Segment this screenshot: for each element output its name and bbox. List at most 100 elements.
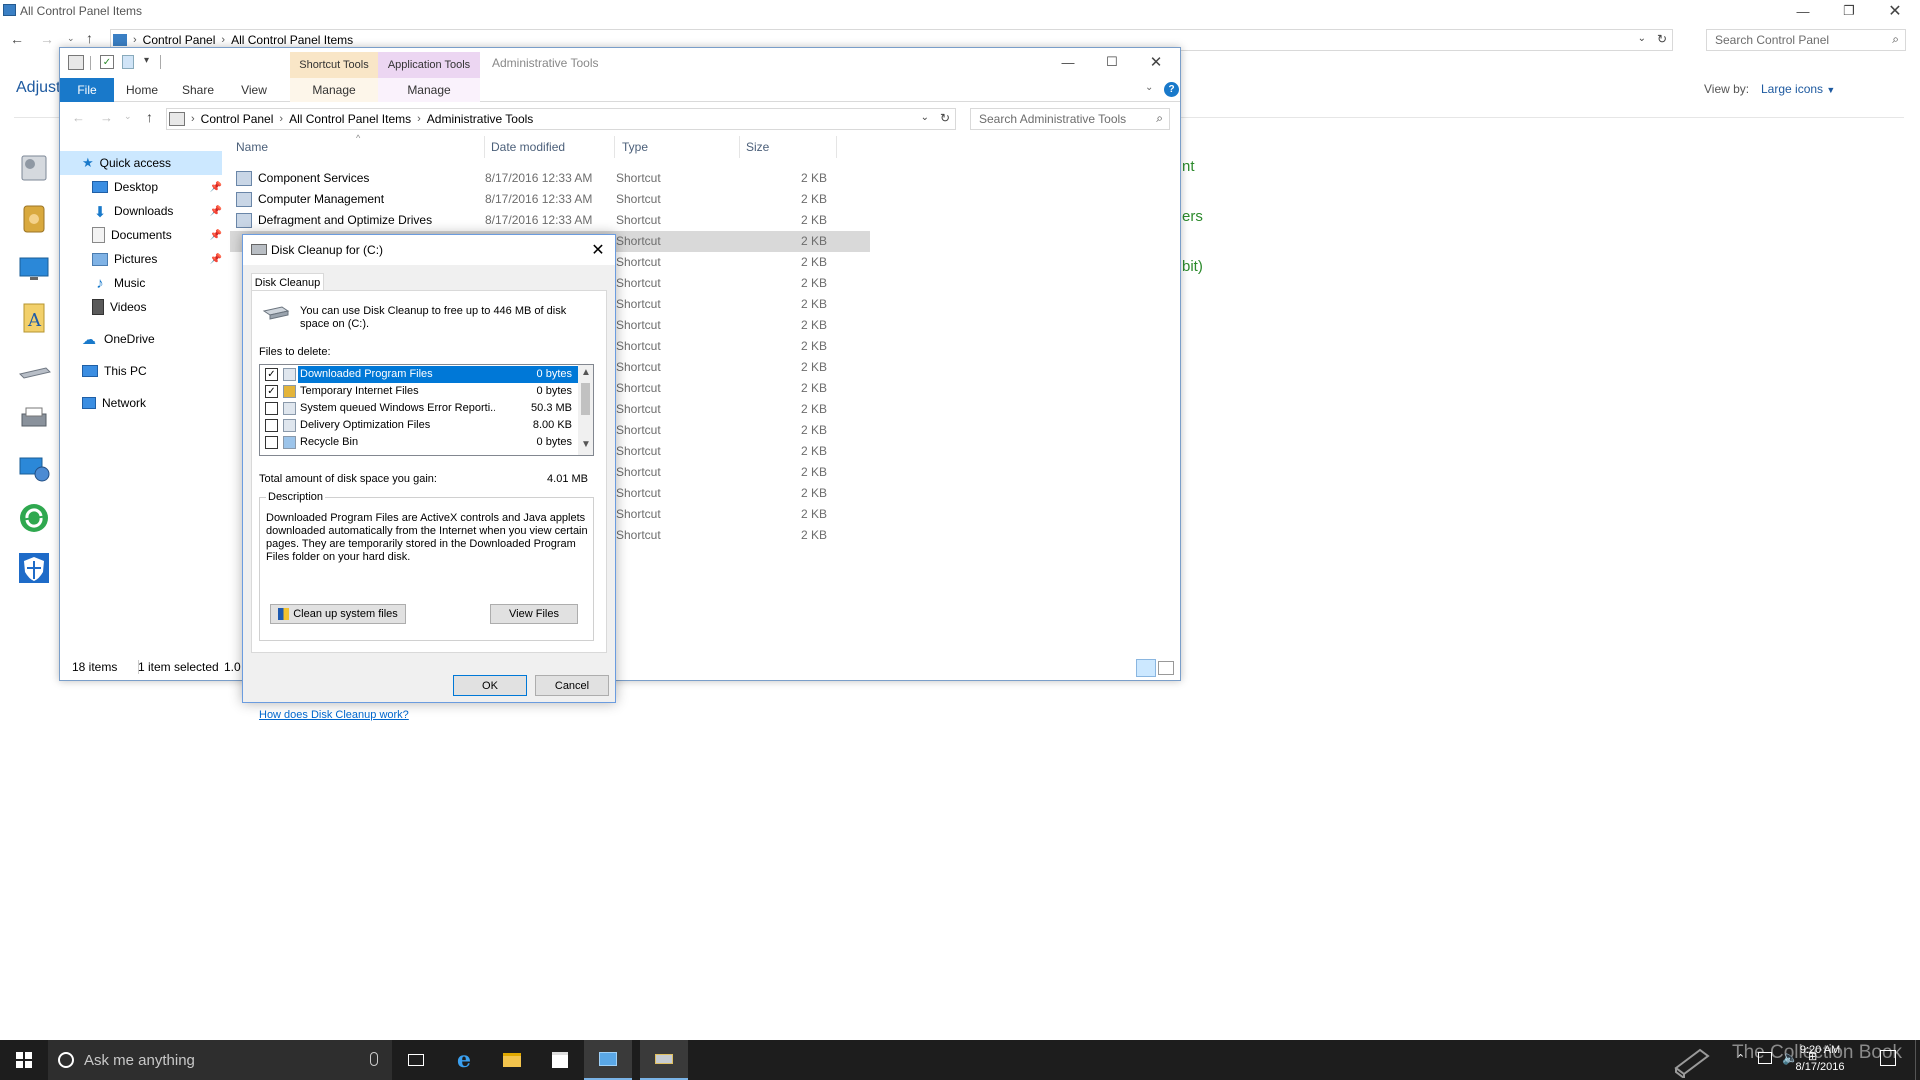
table-row[interactable]: Defragment and Optimize Drives 8/17/2016 … bbox=[230, 210, 870, 231]
breadcrumb-admin-tools[interactable]: Administrative Tools bbox=[427, 112, 534, 126]
pin-icon[interactable]: 📌 bbox=[210, 254, 222, 265]
sync-center-icon[interactable] bbox=[16, 500, 56, 540]
breadcrumb-all-items[interactable]: All Control Panel Items bbox=[231, 33, 353, 47]
column-date[interactable]: Date modified bbox=[491, 140, 565, 154]
cortana-search-box[interactable]: Ask me anything bbox=[48, 1040, 392, 1080]
pin-icon[interactable]: 📌 bbox=[210, 182, 222, 193]
nav-desktop[interactable]: Desktop 📌 bbox=[60, 175, 222, 199]
restore-icon[interactable]: ❐ bbox=[1826, 0, 1872, 22]
nav-pictures[interactable]: Pictures 📌 bbox=[60, 247, 222, 271]
show-desktop-button[interactable] bbox=[1915, 1040, 1920, 1080]
checkbox[interactable] bbox=[265, 436, 278, 449]
explorer-search-input[interactable]: Search Administrative Tools ⌕ bbox=[970, 108, 1170, 130]
nav-documents[interactable]: Documents 📌 bbox=[60, 223, 222, 247]
nav-music[interactable]: ♪ Music bbox=[60, 271, 222, 295]
table-row[interactable]: Computer Management 8/17/2016 12:33 AM Sho… bbox=[230, 189, 870, 210]
back-icon[interactable]: ← bbox=[10, 31, 24, 47]
up-icon[interactable]: ↑ bbox=[146, 109, 153, 125]
column-divider[interactable] bbox=[614, 136, 615, 158]
printer-icon[interactable] bbox=[16, 400, 56, 440]
table-row[interactable]: Component Services 8/17/2016 12:33 AM Shor… bbox=[230, 168, 870, 189]
details-view-icon[interactable] bbox=[1136, 659, 1156, 677]
tab-view[interactable]: View bbox=[226, 78, 282, 102]
network-center-icon[interactable] bbox=[16, 450, 56, 490]
refresh-icon[interactable]: ↻ bbox=[940, 111, 950, 125]
store-icon[interactable] bbox=[536, 1040, 584, 1080]
back-icon[interactable]: ← bbox=[72, 110, 85, 125]
task-view-icon[interactable] bbox=[392, 1040, 440, 1080]
disk-cleanup-taskbar-icon[interactable] bbox=[640, 1040, 688, 1080]
large-icons-view-icon[interactable] bbox=[1158, 661, 1174, 675]
help-link[interactable]: How does Disk Cleanup work? bbox=[259, 709, 409, 721]
column-divider[interactable] bbox=[484, 136, 485, 158]
customize-qat-icon[interactable]: ▾ bbox=[144, 55, 149, 66]
nav-this-pc[interactable]: This PC bbox=[60, 359, 222, 383]
autoplay-icon[interactable] bbox=[16, 200, 56, 240]
new-folder-icon[interactable] bbox=[122, 55, 134, 69]
nav-videos[interactable]: Videos bbox=[60, 295, 222, 319]
tab-disk-cleanup[interactable]: Disk Cleanup bbox=[251, 273, 324, 291]
checkbox[interactable] bbox=[265, 419, 278, 432]
tab-manage-shortcut[interactable]: Manage bbox=[290, 77, 378, 102]
column-type[interactable]: Type bbox=[622, 140, 648, 154]
column-name[interactable]: Name bbox=[236, 140, 268, 154]
keyboard-icon[interactable] bbox=[16, 352, 56, 392]
chevron-down-icon[interactable]: ⌄ bbox=[1638, 33, 1646, 44]
view-by-dropdown[interactable]: Large icons ▼ bbox=[1761, 82, 1835, 96]
microphone-icon[interactable] bbox=[370, 1052, 378, 1066]
list-item[interactable]: Delivery Optimization Files 8.00 KB bbox=[260, 417, 578, 434]
expand-ribbon-icon[interactable]: ⌄ bbox=[1145, 82, 1153, 93]
control-panel-item-partial[interactable]: bit) bbox=[1182, 258, 1203, 275]
edge-icon[interactable]: e bbox=[440, 1040, 488, 1080]
nav-quick-access[interactable]: ★ Quick access bbox=[60, 151, 222, 175]
recent-locations-icon[interactable]: ⌄ bbox=[124, 111, 132, 122]
control-panel-search-input[interactable]: Search Control Panel ⌕ bbox=[1706, 29, 1906, 51]
control-panel-item-partial[interactable]: nt bbox=[1182, 158, 1195, 175]
minimize-icon[interactable]: — bbox=[1046, 48, 1090, 76]
display-icon[interactable] bbox=[16, 250, 56, 290]
explorer-address-bar[interactable]: › Control Panel › All Control Panel Item… bbox=[166, 108, 956, 130]
tab-file[interactable]: File bbox=[60, 77, 114, 102]
forward-icon[interactable]: → bbox=[40, 31, 54, 47]
tab-home[interactable]: Home bbox=[114, 78, 170, 102]
recent-locations-icon[interactable]: ⌄ bbox=[67, 33, 75, 44]
column-divider[interactable] bbox=[739, 136, 740, 158]
breadcrumb-control-panel[interactable]: Control Panel bbox=[143, 33, 216, 47]
list-item[interactable]: Recycle Bin 0 bytes bbox=[260, 434, 578, 451]
column-divider[interactable] bbox=[836, 136, 837, 158]
file-explorer-icon[interactable] bbox=[488, 1040, 536, 1080]
maximize-icon[interactable]: ☐ bbox=[1090, 48, 1134, 76]
cancel-button[interactable]: Cancel bbox=[535, 675, 609, 696]
breadcrumb-all-items[interactable]: All Control Panel Items bbox=[289, 112, 411, 126]
action-center-icon[interactable] bbox=[1880, 1050, 1896, 1066]
tab-manage-application[interactable]: Manage bbox=[378, 77, 480, 102]
nav-onedrive[interactable]: ☁ OneDrive bbox=[60, 327, 222, 351]
security-icon[interactable] bbox=[16, 550, 56, 590]
control-panel-taskbar-icon[interactable] bbox=[584, 1040, 632, 1080]
pin-icon[interactable]: 📌 bbox=[210, 206, 222, 217]
up-icon[interactable]: ↑ bbox=[86, 30, 93, 46]
close-icon[interactable]: ✕ bbox=[1872, 0, 1918, 22]
view-files-button[interactable]: View Files bbox=[490, 604, 578, 624]
nav-network[interactable]: Network bbox=[60, 391, 222, 415]
pin-icon[interactable]: 📌 bbox=[210, 230, 222, 241]
scroll-thumb[interactable] bbox=[581, 383, 590, 415]
ok-button[interactable]: OK bbox=[453, 675, 527, 696]
list-item[interactable]: System queued Windows Error Reporti... 50… bbox=[260, 400, 578, 417]
files-to-delete-list[interactable]: ✓ Downloaded Program Files 0 bytes ✓ Tempora… bbox=[259, 364, 594, 456]
column-size[interactable]: Size bbox=[746, 140, 769, 154]
control-panel-item-partial[interactable]: ers bbox=[1182, 208, 1203, 225]
breadcrumb-control-panel[interactable]: Control Panel bbox=[201, 112, 274, 126]
fonts-icon[interactable]: A bbox=[16, 300, 56, 340]
checkbox[interactable] bbox=[265, 402, 278, 415]
administrative-tools-icon[interactable] bbox=[16, 150, 56, 190]
checkbox[interactable]: ✓ bbox=[265, 368, 278, 381]
refresh-icon[interactable]: ↻ bbox=[1657, 32, 1667, 46]
forward-icon[interactable]: → bbox=[100, 110, 113, 125]
network-tray-icon[interactable] bbox=[1758, 1052, 1772, 1064]
minimize-icon[interactable]: — bbox=[1780, 0, 1826, 22]
scroll-up-icon[interactable]: ▲ bbox=[581, 367, 591, 378]
scroll-down-icon[interactable]: ▼ bbox=[581, 439, 591, 450]
checkbox[interactable]: ✓ bbox=[265, 385, 278, 398]
start-button[interactable] bbox=[0, 1040, 48, 1080]
